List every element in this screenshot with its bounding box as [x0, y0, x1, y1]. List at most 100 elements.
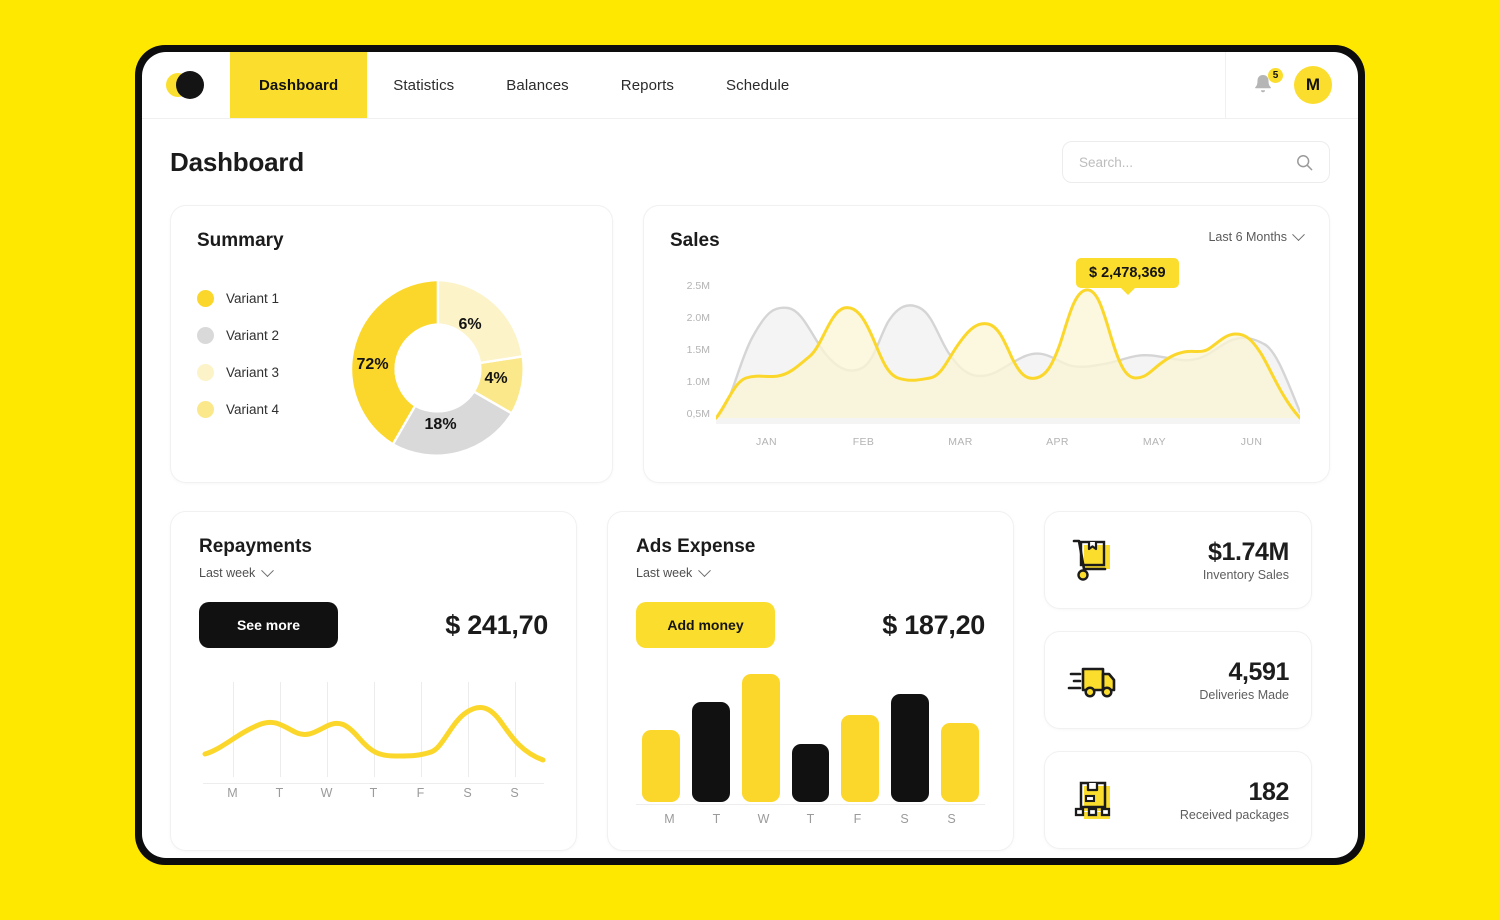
repayments-line-svg	[202, 705, 546, 763]
stat-card-inventory-sales[interactable]: $1.74M Inventory Sales	[1044, 511, 1312, 609]
ads-chart: M T W T F S S	[636, 674, 985, 826]
bar-f	[841, 714, 880, 802]
avatar[interactable]: M	[1294, 66, 1332, 104]
bar-column	[791, 674, 830, 802]
bar-t2	[791, 744, 830, 802]
bar-column	[891, 674, 930, 802]
search-box[interactable]	[1062, 141, 1330, 183]
sales-x-axis: JAN FEB MAR APR MAY JUN	[718, 436, 1300, 448]
bar-s1	[891, 694, 930, 802]
x-tick: JAN	[755, 436, 778, 448]
bar-s2	[941, 722, 980, 802]
ads-baseline	[636, 804, 985, 805]
y-tick: 1.0M	[686, 376, 710, 388]
repayments-amount: $ 241,70	[445, 609, 548, 640]
sales-chart: 2.5M 2.0M 1.5M 1.0M 0,5M JAN FEB MAR APR…	[670, 278, 1300, 448]
page-header: Dashboard	[170, 141, 1330, 183]
nav-label: Statistics	[393, 76, 455, 94]
x-tick: MAR	[948, 436, 973, 448]
hand-truck-icon	[1072, 539, 1110, 581]
chevron-down-icon	[261, 563, 275, 577]
avatar-initial: M	[1305, 75, 1321, 94]
stat-value: $1.74M	[1208, 538, 1289, 566]
repayments-baseline	[203, 783, 544, 784]
nav-item-reports[interactable]: Reports	[595, 52, 700, 118]
nav-items: Dashboard Statistics Balances Reports Sc…	[230, 52, 815, 118]
day-label: S	[900, 812, 909, 826]
stat-value: 4,591	[1228, 658, 1289, 686]
stats-column: $1.74M Inventory Sales 4,591 Deliveries …	[1044, 511, 1312, 851]
nav-item-schedule[interactable]: Schedule	[700, 52, 815, 118]
navbar-right: 5 M	[1225, 52, 1358, 118]
y-tick: 2.0M	[686, 312, 710, 324]
pallet-box-icon	[1074, 781, 1111, 819]
bar-column	[642, 674, 680, 802]
bar-t1	[691, 702, 730, 802]
top-row: Summary Variant 1 Variant 2 Variant 3 Va…	[170, 205, 1330, 483]
summary-legend: Variant 1 Variant 2 Variant 3 Variant 4	[197, 290, 279, 480]
ads-range-label: Last week	[636, 566, 693, 580]
ads-amount: $ 187,20	[882, 609, 985, 640]
ads-action-row: Add money $ 187,20	[636, 602, 985, 648]
summary-card: Summary Variant 1 Variant 2 Variant 3 Va…	[170, 205, 613, 483]
x-tick: FEB	[852, 436, 875, 448]
day-label: W	[320, 786, 333, 800]
sales-range-dropdown[interactable]: Last 6 Months	[1208, 227, 1305, 244]
legend-label: Variant 1	[226, 291, 280, 306]
day-label: T	[712, 812, 721, 826]
day-label: M	[664, 812, 675, 826]
stat-text: 182 Received packages	[1179, 778, 1290, 822]
nav-item-balances[interactable]: Balances	[480, 52, 595, 118]
stat-text: 4,591 Deliveries Made	[1199, 658, 1289, 702]
search-input[interactable]	[1079, 154, 1288, 170]
repayments-action-row: See more $ 241,70	[199, 602, 548, 648]
repayments-title: Repayments	[199, 536, 312, 557]
repayments-range-dropdown[interactable]: Last week	[199, 563, 548, 580]
donut-chart: 72% 18% 6% 4%	[339, 270, 537, 468]
add-money-button[interactable]: Add money	[636, 602, 775, 648]
legend-swatch	[197, 401, 214, 418]
nav-item-dashboard[interactable]: Dashboard	[230, 52, 368, 118]
ads-bars	[642, 674, 980, 802]
search-icon[interactable]	[1296, 154, 1313, 171]
donut-label-variant4: 4%	[484, 370, 508, 387]
ads-range-dropdown[interactable]: Last week	[636, 563, 985, 580]
donut-label-variant2: 18%	[424, 416, 457, 433]
repayments-range-label: Last week	[199, 566, 256, 580]
repayments-card: Repayments Last week See more $ 241,70 M…	[170, 511, 577, 851]
legend-label: Variant 3	[226, 365, 280, 380]
legend-item[interactable]: Variant 4	[197, 401, 279, 418]
legend-item[interactable]: Variant 3	[197, 364, 279, 381]
sales-y-axis: 2.5M 2.0M 1.5M 1.0M 0,5M	[670, 278, 710, 420]
x-tick: APR	[1046, 436, 1069, 448]
summary-body: Variant 1 Variant 2 Variant 3 Variant 4 …	[197, 252, 586, 480]
notifications-button[interactable]: 5	[1252, 68, 1283, 98]
page-title: Dashboard	[170, 146, 305, 177]
app-logo[interactable]	[142, 52, 230, 118]
day-label: F	[416, 786, 425, 800]
top-navbar: Dashboard Statistics Balances Reports Sc…	[142, 52, 1358, 119]
x-tick: MAY	[1142, 436, 1167, 448]
see-more-button[interactable]: See more	[199, 602, 338, 648]
stat-card-deliveries-made[interactable]: 4,591 Deliveries Made	[1044, 631, 1312, 729]
day-label: T	[369, 786, 378, 800]
legend-item[interactable]: Variant 2	[197, 327, 279, 344]
stat-card-received-packages[interactable]: 182 Received packages	[1044, 751, 1312, 849]
day-label: F	[853, 812, 862, 826]
ads-day-labels: M T W T F S S	[646, 812, 975, 826]
legend-item[interactable]: Variant 1	[197, 290, 279, 307]
sales-header: Sales Last 6 Months	[670, 227, 1305, 252]
bar-column	[941, 674, 980, 802]
sales-card: Sales Last 6 Months $ 2,478,369 2.5M 2.0…	[643, 205, 1330, 483]
y-tick: 0,5M	[686, 408, 710, 420]
page-content: Dashboard Summary	[142, 119, 1358, 858]
sales-plot-svg	[716, 288, 1300, 424]
legend-swatch	[197, 327, 214, 344]
device-bezel: Dashboard Statistics Balances Reports Sc…	[135, 45, 1365, 865]
nav-label: Schedule	[726, 76, 790, 94]
stat-text: $1.74M Inventory Sales	[1203, 538, 1290, 582]
nav-item-statistics[interactable]: Statistics	[367, 52, 480, 118]
eclipse-logo-icon	[166, 71, 206, 99]
sales-title: Sales	[670, 230, 720, 251]
stat-label: Received packages	[1179, 808, 1289, 822]
